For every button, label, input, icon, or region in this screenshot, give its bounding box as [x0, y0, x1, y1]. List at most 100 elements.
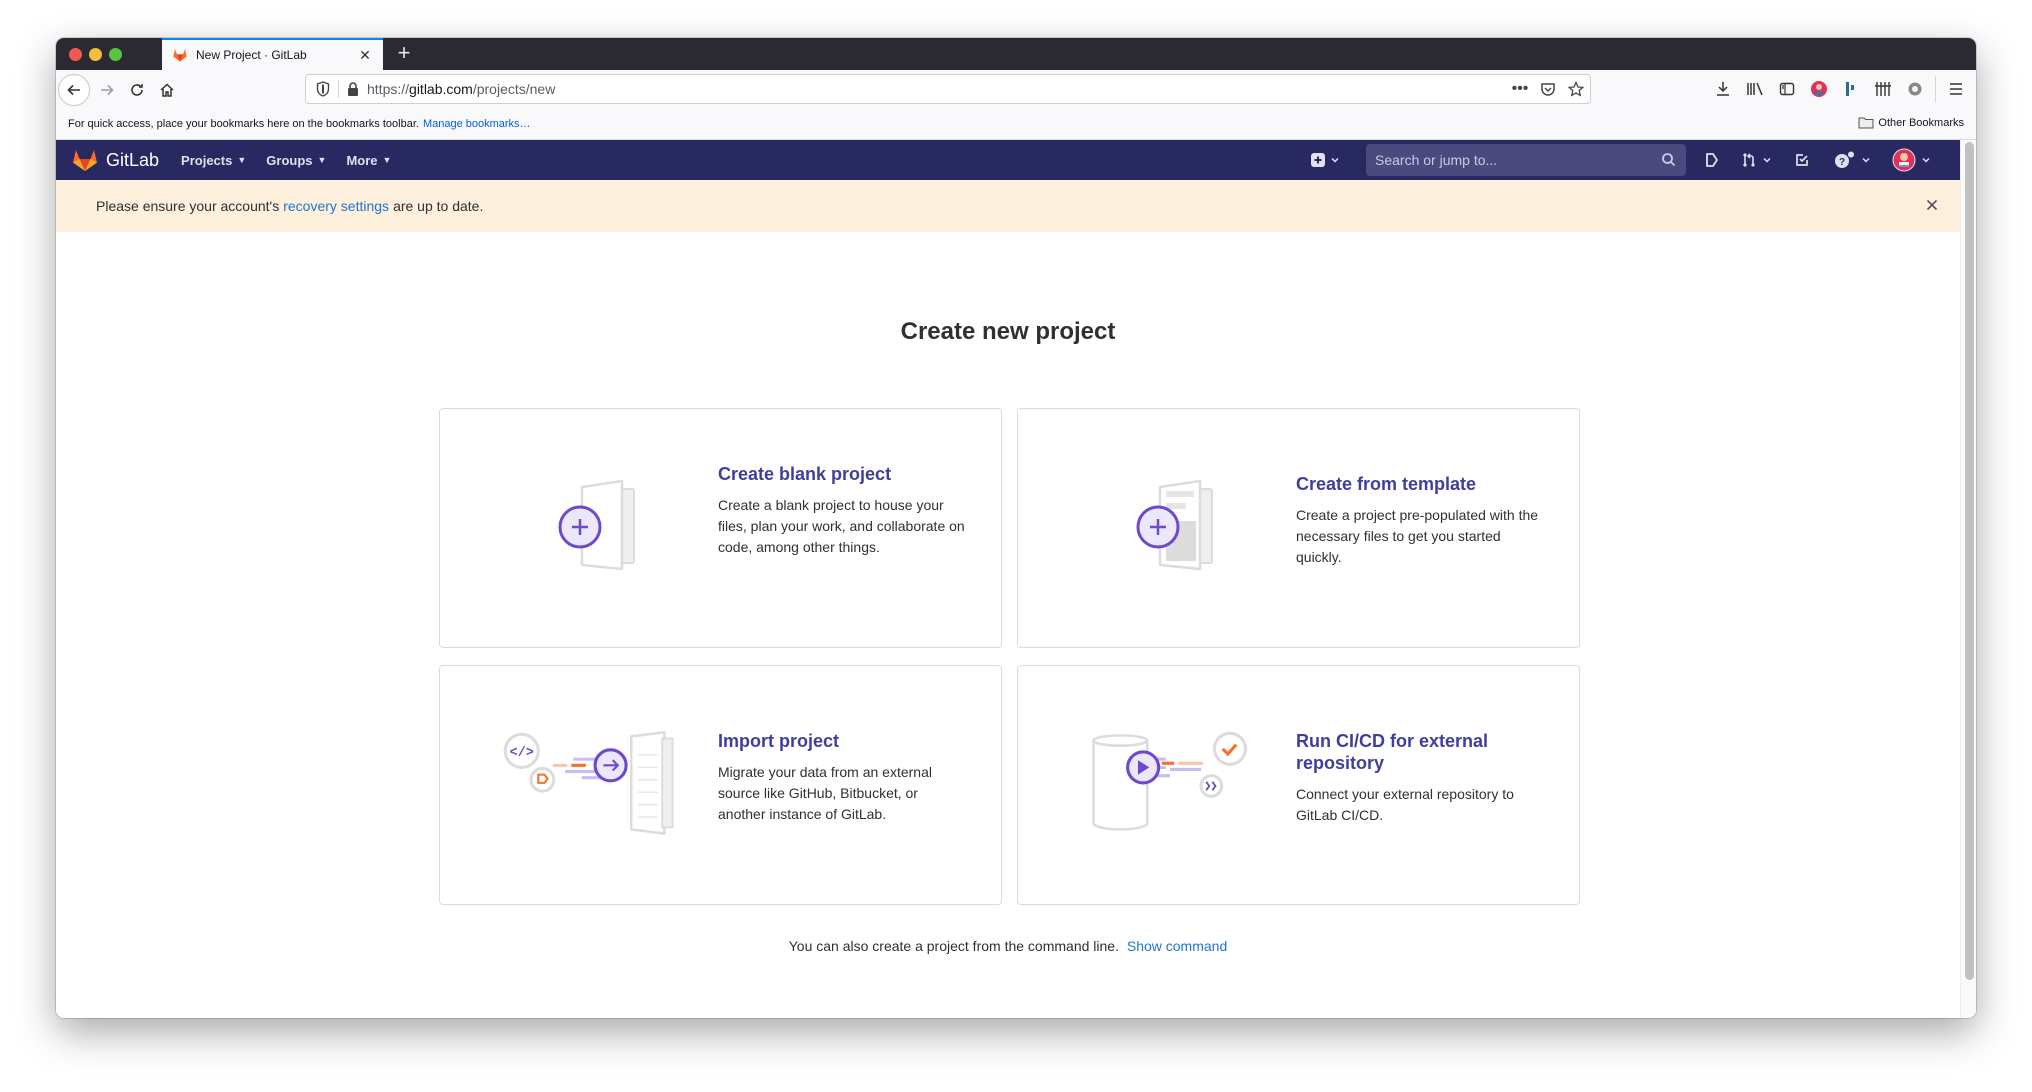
create-from-template-card[interactable]: Create from template Create a project pr…	[1017, 408, 1580, 648]
browser-tab-active[interactable]: New Project · GitLab ✕	[162, 38, 383, 70]
page-actions-icon[interactable]: •••	[1506, 77, 1534, 101]
hamburger-menu-icon[interactable]	[1940, 74, 1972, 104]
close-tab-icon[interactable]: ✕	[353, 47, 377, 64]
scrollbar-thumb[interactable]	[1965, 142, 1974, 980]
close-window-button[interactable]	[69, 48, 82, 61]
navigation-toolbar: https://gitlab.com/projects/new •••	[56, 70, 1976, 109]
gitlab-favicon-icon	[173, 49, 187, 62]
sidebar-icon[interactable]	[1771, 74, 1803, 104]
template-illustration-icon	[1136, 479, 1213, 571]
card-text: Create from template Create a project pr…	[1296, 473, 1546, 568]
gitlab-header: GitLab Projects ▼ Groups ▼ More ▼ Search…	[56, 140, 1960, 180]
divider	[338, 80, 339, 98]
card-title: Import project	[718, 731, 840, 751]
card-text: Import project Migrate your data from an…	[718, 730, 968, 825]
create-blank-project-card[interactable]: Create blank project Create a blank proj…	[439, 408, 1002, 648]
card-description: Connect your external repository to GitL…	[1296, 786, 1514, 823]
new-tab-button[interactable]: +	[391, 41, 417, 67]
pocket-icon[interactable]	[1534, 77, 1562, 101]
command-line-hint-text: You can also create a project from the c…	[788, 938, 1119, 954]
lock-icon[interactable]	[345, 81, 361, 97]
recovery-settings-alert: Please ensure your account's recovery se…	[56, 180, 1960, 232]
page-title: Create new project	[900, 318, 1116, 345]
tab-title: New Project · GitLab	[196, 48, 307, 62]
svg-text:</>: </>	[510, 746, 534, 761]
divider	[1935, 76, 1936, 102]
todo-checkbox-icon	[1796, 154, 1808, 166]
user-menu-dropdown[interactable]	[1892, 148, 1931, 172]
url-scheme: https://	[367, 81, 410, 97]
card-title: Create blank project	[718, 464, 892, 484]
close-icon	[1926, 199, 1938, 211]
card-description: Create a blank project to house your fil…	[718, 497, 965, 555]
import-illustration-icon: </>	[503, 730, 674, 835]
downloads-icon[interactable]	[1707, 74, 1739, 104]
library-icon[interactable]	[1739, 74, 1771, 104]
new-item-dropdown[interactable]	[1311, 148, 1340, 172]
reload-icon	[131, 83, 143, 96]
maximize-window-button[interactable]	[109, 48, 122, 61]
arrow-left-icon	[67, 84, 80, 95]
browser-window: New Project · GitLab ✕ + https://gitlab.…	[56, 38, 1976, 1018]
alert-text-suffix: are up to date.	[393, 198, 484, 214]
url-text[interactable]: https://gitlab.com/projects/new	[367, 81, 1506, 97]
cicd-illustration-icon	[1092, 731, 1247, 831]
forward-button[interactable]	[92, 75, 122, 105]
recovery-settings-link[interactable]: recovery settings	[283, 198, 389, 214]
arrow-right-icon	[101, 84, 114, 95]
bookmarks-toolbar: For quick access, place your bookmarks h…	[56, 109, 1976, 140]
card-title: Run CI/CD for external repository	[1296, 731, 1489, 773]
vertical-scrollbar[interactable]	[1960, 140, 1976, 1018]
extension-grid-icon[interactable]	[1867, 74, 1899, 104]
back-button[interactable]	[58, 73, 90, 106]
alert-text-prefix: Please ensure your account's	[96, 198, 280, 214]
extension-icon[interactable]	[1835, 74, 1867, 104]
todos-button[interactable]	[1794, 148, 1810, 172]
help-dropdown[interactable]: ?	[1834, 148, 1871, 172]
card-description: Create a project pre-populated with the …	[1296, 507, 1539, 565]
user-avatar-icon	[1892, 148, 1916, 172]
issues-icon	[1706, 153, 1718, 167]
extension-circle-icon[interactable]	[1899, 74, 1931, 104]
chevron-down-icon	[1922, 157, 1930, 163]
card-text: Run CI/CD for external repository Connec…	[1296, 730, 1546, 826]
svg-text:?: ?	[1839, 157, 1845, 168]
address-bar[interactable]: https://gitlab.com/projects/new •••	[305, 74, 1591, 104]
help-icon: ?	[1835, 151, 1854, 168]
bookmark-star-icon[interactable]	[1562, 77, 1590, 101]
minimize-window-button[interactable]	[89, 48, 102, 61]
search-box[interactable]	[1366, 144, 1686, 176]
gitlab-header-right: ?	[56, 140, 1960, 180]
tracking-protection-icon[interactable]	[314, 80, 332, 98]
chevron-down-icon	[1862, 157, 1870, 163]
chevron-down-icon	[1331, 157, 1339, 163]
blank-project-illustration-icon	[558, 479, 635, 571]
home-icon	[160, 82, 174, 97]
merge-request-icon	[1743, 153, 1755, 167]
url-path: /projects/new	[472, 81, 556, 97]
other-bookmarks-button[interactable]: Other Bookmarks	[1858, 116, 1964, 129]
account-avatar-icon[interactable]	[1803, 74, 1835, 104]
toolbar-icons	[1707, 74, 1972, 104]
card-description: Migrate your data from an external sourc…	[718, 764, 932, 822]
home-button[interactable]	[152, 75, 182, 105]
show-command-link[interactable]: Show command	[1127, 938, 1227, 954]
run-cicd-external-repo-card[interactable]: Run CI/CD for external repository Connec…	[1017, 665, 1580, 905]
search-icon[interactable]	[1661, 152, 1676, 167]
chevron-down-icon	[1763, 157, 1771, 163]
issues-button[interactable]	[1704, 148, 1720, 172]
plus-square-icon	[1311, 153, 1325, 167]
merge-requests-dropdown[interactable]	[1741, 148, 1772, 172]
page-viewport: GitLab Projects ▼ Groups ▼ More ▼ Search…	[56, 140, 1976, 1018]
dismiss-alert-button[interactable]	[1922, 195, 1942, 215]
card-text: Create blank project Create a blank proj…	[718, 463, 968, 558]
url-domain: gitlab.com	[409, 81, 473, 97]
other-bookmarks-label: Other Bookmarks	[1878, 116, 1964, 129]
tab-strip: New Project · GitLab ✕ +	[56, 38, 1976, 70]
command-line-hint: You can also create a project from the c…	[56, 938, 1960, 954]
bookmarks-hint: For quick access, place your bookmarks h…	[68, 118, 419, 130]
reload-button[interactable]	[122, 75, 152, 105]
search-input[interactable]	[1375, 152, 1655, 168]
import-project-card[interactable]: </> Import project Migrate your data fro…	[439, 665, 1002, 905]
manage-bookmarks-link[interactable]: Manage bookmarks…	[423, 118, 531, 130]
